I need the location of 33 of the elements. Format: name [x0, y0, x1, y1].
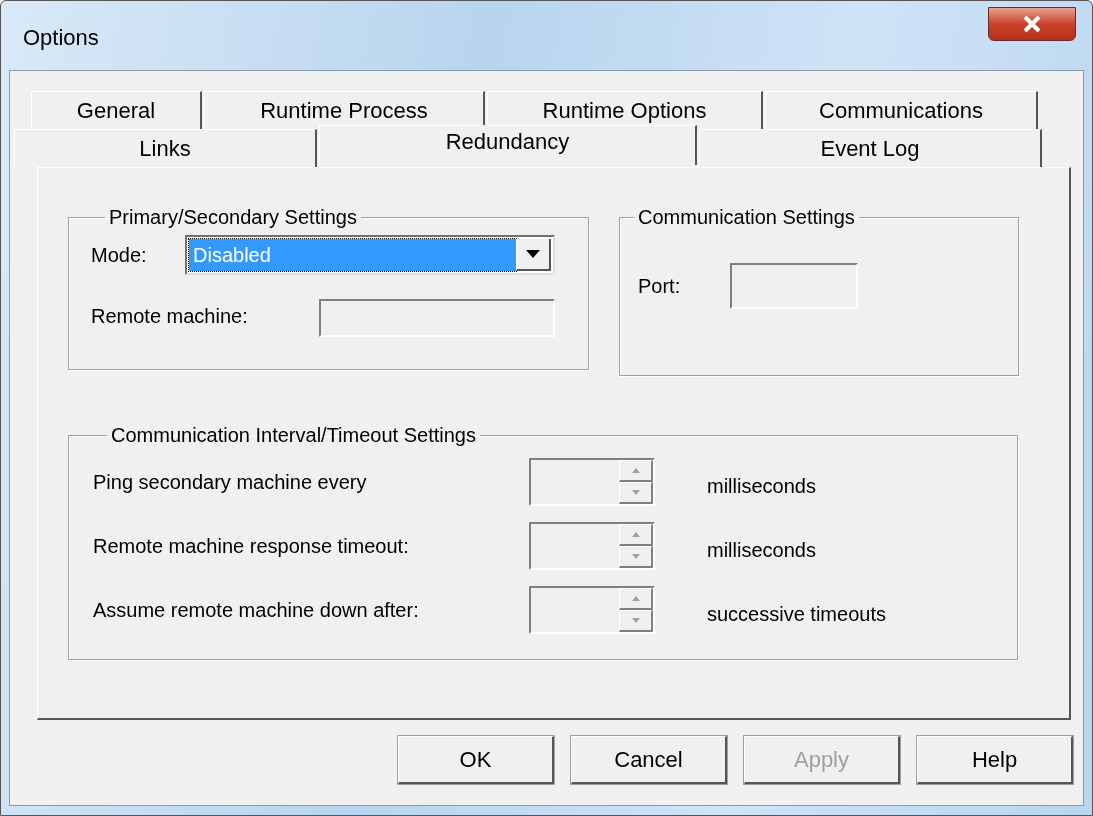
- field-label: Remote machine response timeout:: [93, 534, 410, 558]
- close-icon: [1021, 15, 1043, 33]
- up-arrow-icon: [631, 468, 640, 473]
- unit-label: milliseconds: [707, 538, 816, 562]
- down-arrow-icon: [631, 618, 640, 623]
- dropdown-value: Disabled: [189, 239, 516, 271]
- group-title: Communication Settings: [637, 206, 856, 229]
- group-title: Primary/Secondary Settings: [108, 206, 358, 229]
- up-arrow-icon: [631, 532, 640, 537]
- field-label: Ping secondary machine every: [93, 470, 368, 494]
- field-label: Mode:: [91, 243, 148, 267]
- dialog-button[interactable]: OK: [398, 736, 554, 784]
- down-arrow-icon: [631, 490, 640, 495]
- caret-icon: [526, 250, 540, 258]
- close-button[interactable]: [988, 7, 1076, 41]
- tab[interactable]: Links: [14, 129, 317, 167]
- down-arrow-icon: [631, 554, 640, 559]
- field-label: Port:: [638, 274, 682, 298]
- tab[interactable]: Runtime Options: [487, 91, 763, 129]
- tab[interactable]: Redundancy: [319, 125, 697, 165]
- tab[interactable]: Communications: [765, 91, 1038, 129]
- unit-label: milliseconds: [707, 474, 816, 498]
- field-label: Remote machine:: [91, 304, 249, 328]
- up-arrow-icon: [631, 596, 640, 601]
- tab[interactable]: General: [31, 91, 202, 129]
- window-title: Options: [23, 25, 99, 51]
- group-title: Communication Interval/Timeout Settings: [110, 424, 477, 447]
- tab[interactable]: Event Log: [699, 129, 1042, 167]
- dialog-button[interactable]: Help: [917, 736, 1073, 784]
- tab[interactable]: Runtime Process: [204, 91, 485, 129]
- field-label: Assume remote machine down after:: [93, 598, 420, 622]
- dialog-button[interactable]: Cancel: [571, 736, 727, 784]
- unit-label: successive timeouts: [707, 602, 886, 626]
